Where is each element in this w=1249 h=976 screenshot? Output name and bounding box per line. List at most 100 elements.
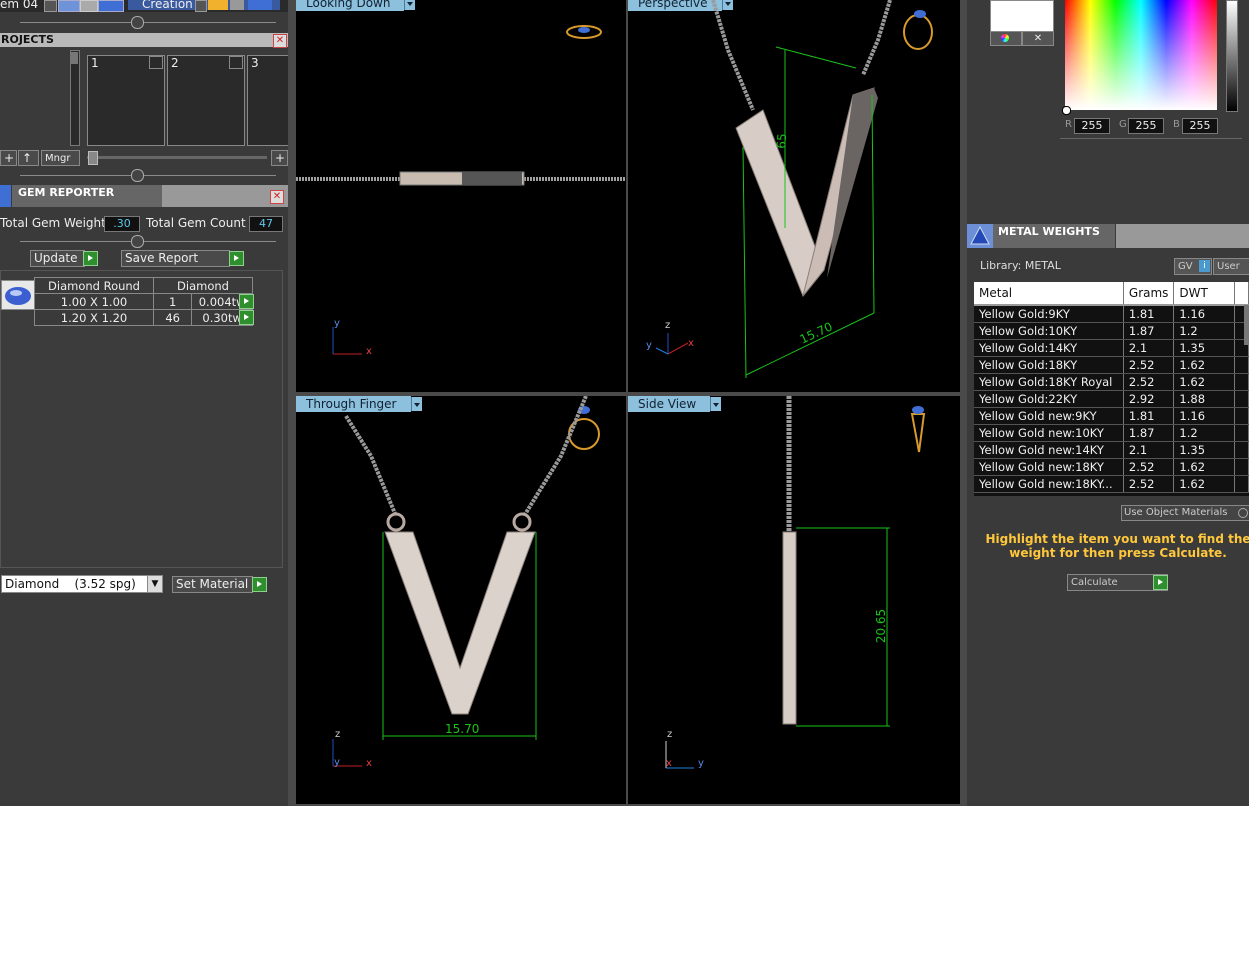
table-row[interactable]: Yellow Gold:10KY 1.87 1.2: [974, 322, 1249, 340]
blue-value-field[interactable]: 255: [1182, 118, 1218, 134]
red-label: R: [1065, 119, 1072, 130]
gem-row-1-go-icon[interactable]: [239, 294, 254, 309]
brightness-slider[interactable]: [1226, 0, 1238, 112]
color-wheel-button[interactable]: [990, 31, 1022, 46]
chevron-down-icon[interactable]: ▼: [147, 576, 162, 592]
viewport-perspective[interactable]: Perspective 15.70 65 z y x: [628, 0, 960, 392]
gem-reporter-title: GEM REPORTER: [18, 186, 115, 199]
table-row[interactable]: Yellow Gold new:14KY 2.1 1.35: [974, 441, 1249, 459]
color-gradient-picker[interactable]: [1065, 0, 1217, 110]
metal-weights-header-rest: [1116, 224, 1249, 248]
axis-x-label: x: [366, 758, 372, 769]
user-toggle[interactable]: User: [1213, 258, 1249, 275]
projects-zoom-thumb[interactable]: [88, 151, 98, 165]
metal-extra: [1234, 407, 1249, 425]
set-material-button[interactable]: Set Material: [172, 576, 253, 593]
red-value-field[interactable]: 255: [1074, 118, 1110, 134]
close-icon: ✕: [1033, 33, 1043, 44]
total-gem-weight-field[interactable]: .30: [104, 216, 140, 232]
splitter-1[interactable]: [20, 22, 276, 23]
metal-grams: 2.1: [1123, 441, 1175, 459]
viewport-through-finger[interactable]: Through Finger 15.70 z y x: [296, 396, 626, 804]
use-object-materials-label: Use Object Materials: [1124, 507, 1228, 518]
metal-dwt: 1.88: [1173, 390, 1236, 408]
info-icon: i: [1199, 260, 1210, 272]
table-row[interactable]: Yellow Gold:9KY 1.81 1.16: [974, 305, 1249, 323]
viewport-looking-down[interactable]: Looking Down y x: [296, 0, 626, 392]
projects-scrollbar[interactable]: [70, 50, 80, 146]
metal-column-header[interactable]: Metal: [974, 282, 1124, 306]
metal-grams: 1.87: [1123, 322, 1175, 340]
table-row[interactable]: Yellow Gold:14KY 2.1 1.35: [974, 339, 1249, 357]
metal-extra: [1234, 390, 1249, 408]
calculate-go-icon[interactable]: [1153, 575, 1168, 590]
projects-add-button[interactable]: +: [0, 150, 17, 166]
toolbar-swatch-1[interactable]: [58, 0, 80, 12]
save-report-go-icon[interactable]: [229, 251, 244, 266]
projects-zoom-plus-button[interactable]: +: [271, 150, 288, 166]
creation-swatch-yellow[interactable]: [208, 0, 228, 10]
update-go-icon[interactable]: [83, 251, 98, 266]
green-value-field[interactable]: 255: [1128, 118, 1164, 134]
use-object-materials-toggle[interactable]: Use Object Materials: [1121, 505, 1249, 521]
table-row[interactable]: 1.20 X 1.20 46 0.30tw: [34, 309, 253, 326]
total-gem-count-field[interactable]: 47: [249, 216, 283, 232]
metal-name: Yellow Gold new:10KY: [974, 424, 1124, 442]
gem-thumbnail-icon[interactable]: [1, 280, 35, 310]
toolbar-swatch-3[interactable]: [98, 0, 124, 12]
metal-table-scrollbar[interactable]: [1244, 305, 1249, 345]
perspective-render: [655, 0, 933, 379]
table-row[interactable]: Yellow Gold new:10KY 1.87 1.2: [974, 424, 1249, 442]
projects-manager-button[interactable]: Mngr: [41, 150, 80, 166]
table-row[interactable]: Yellow Gold:18KY 2.52 1.62: [974, 356, 1249, 374]
viewport-side-view[interactable]: Side View 20.65 z x y: [628, 396, 960, 804]
splitter-3[interactable]: [20, 241, 276, 242]
grams-column-header[interactable]: Grams: [1123, 282, 1175, 306]
gem-reporter-close-icon[interactable]: ✕: [270, 190, 284, 204]
radio-icon[interactable]: [1238, 508, 1248, 518]
color-swatch-preview[interactable]: [990, 0, 1054, 32]
material-select[interactable]: Diamond (3.52 spg) ▼: [1, 575, 163, 593]
gem-row-2-go-icon[interactable]: [239, 310, 254, 325]
collapse-handle-2[interactable]: [131, 169, 144, 182]
gv-toggle[interactable]: GV i: [1174, 258, 1212, 275]
creation-play-icon[interactable]: [195, 0, 207, 12]
table-row[interactable]: Yellow Gold new:9KY 1.81 1.16: [974, 407, 1249, 425]
projects-scroll-thumb[interactable]: [70, 52, 78, 64]
user-label: User: [1217, 261, 1240, 272]
creation-swatch-grey[interactable]: [230, 0, 244, 10]
table-row[interactable]: 1.00 X 1.00 1 0.004tw: [34, 293, 253, 310]
save-report-button[interactable]: Save Report: [121, 250, 230, 267]
metal-name: Yellow Gold:18KY Royal: [974, 373, 1124, 391]
collapse-handle-1[interactable]: [131, 16, 144, 29]
metal-grams: 2.52: [1123, 458, 1175, 476]
table-row[interactable]: Yellow Gold:18KY Royal 2.52 1.62: [974, 373, 1249, 391]
creation-swatch-blue[interactable]: [248, 0, 272, 10]
toolbar-swatch-2[interactable]: [80, 0, 98, 12]
update-button[interactable]: Update: [30, 250, 85, 267]
palette-icon: [1001, 34, 1009, 42]
table-row[interactable]: Yellow Gold new:18KY... 2.52 1.62: [974, 475, 1249, 493]
color-clear-button[interactable]: ✕: [1022, 31, 1054, 46]
table-row[interactable]: Yellow Gold:22KY 2.92 1.88: [974, 390, 1249, 408]
project-slot-1-menu-icon[interactable]: [149, 56, 163, 69]
projects-zoom-slider[interactable]: [87, 156, 267, 159]
gv-label: GV: [1178, 261, 1193, 272]
splitter-2[interactable]: [20, 175, 276, 176]
gem-table: Diamond Round Diamond 1.00 X 1.00 1 0.00…: [34, 277, 253, 326]
play-icon[interactable]: [44, 0, 57, 12]
set-material-go-icon[interactable]: [252, 577, 267, 592]
dwt-column-header[interactable]: DWT: [1173, 282, 1236, 306]
table-row[interactable]: Yellow Gold new:18KY 2.52 1.62: [974, 458, 1249, 476]
metal-name: Yellow Gold:22KY: [974, 390, 1124, 408]
metal-weights-header: METAL WEIGHTS: [993, 224, 1115, 248]
metal-name: Yellow Gold new:18KY...: [974, 475, 1124, 493]
gem-size: 1.00 X 1.00: [34, 293, 154, 310]
collapse-handle-3[interactable]: [131, 235, 144, 248]
projects-close-icon[interactable]: ✕: [273, 34, 287, 48]
project-slot-2-menu-icon[interactable]: [229, 56, 243, 69]
metal-weights-icon: [967, 224, 993, 248]
axis-x-label: x: [666, 758, 672, 769]
projects-up-button[interactable]: ↑: [18, 150, 39, 166]
project-slot-2-label: 2: [171, 56, 179, 70]
